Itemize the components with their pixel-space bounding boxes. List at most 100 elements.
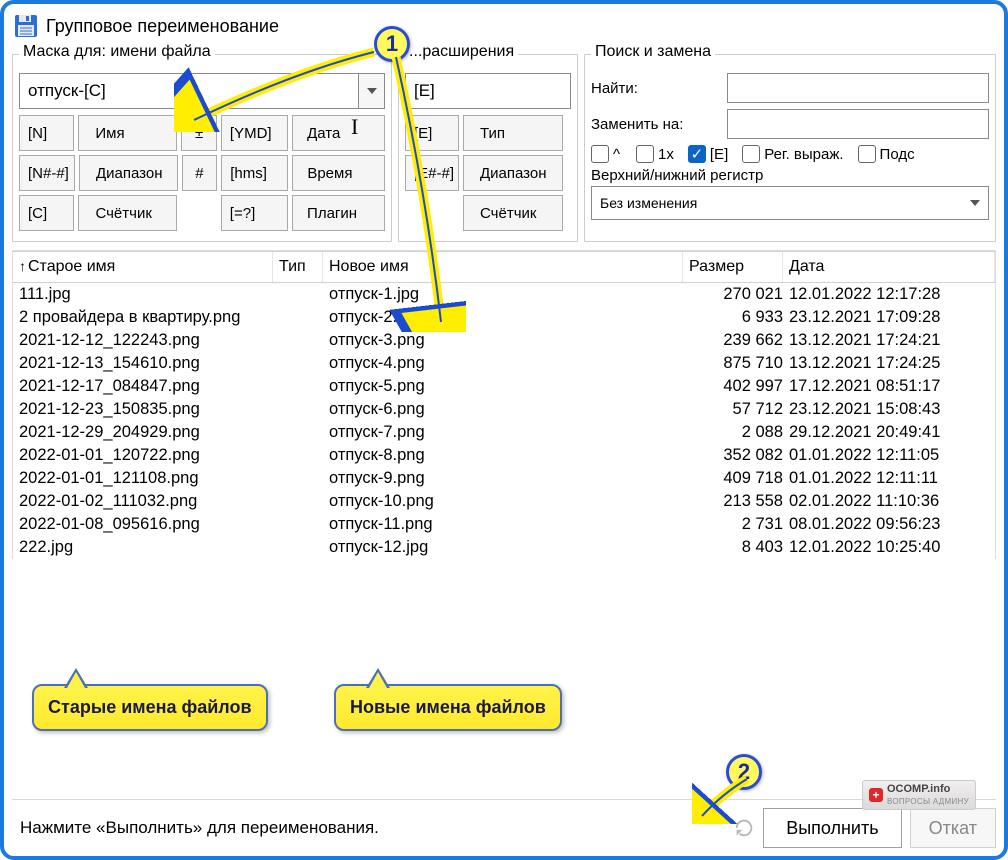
btn-nrange-tag[interactable]: [N#-#] [19,155,75,191]
btn-type[interactable]: Тип [463,115,563,151]
col-new-name[interactable]: Новое имя [323,252,683,282]
cell-date: 08.01.2022 09:56:23 [789,515,989,534]
find-input[interactable] [727,73,989,103]
cell-type [279,285,329,304]
file-table: Старое имя Тип Новое имя Размер Дата 111… [12,250,996,559]
status-text: Нажмите «Выполнить» для переименования. [12,818,725,838]
replace-input[interactable] [727,109,989,139]
cell-size: 409 718 [689,469,789,488]
table-row[interactable]: 2021-12-23_150835.pngотпуск-6.png57 712 … [13,398,995,421]
col-type[interactable]: Тип [273,252,323,282]
btn-ext-counter[interactable]: Счётчик [463,195,563,231]
table-row[interactable]: 111.jpgотпуск-1.jpg270 021 12.01.2022 12… [13,283,995,306]
cell-size: 402 997 [689,377,789,396]
cell-date: 01.01.2022 12:11:05 [789,446,989,465]
cell-new: отпуск-5.png [329,377,689,396]
btn-plugin[interactable]: Плагин [292,195,385,231]
btn-c-tag[interactable]: [C] [19,195,74,231]
cell-size: 2 088 [689,423,789,442]
cell-type [279,423,329,442]
btn-ymd-tag[interactable]: [YMD] [221,115,288,151]
cell-date: 23.12.2021 17:09:28 [789,308,989,327]
group-search-replace: Поиск и замена Найти: Заменить на: ^ 1x … [584,54,996,242]
rollback-button[interactable]: Откат [910,808,996,848]
cell-date: 02.01.2022 11:10:36 [789,492,989,511]
btn-hash[interactable]: # [182,155,218,191]
annotation-badge-1: 1 [374,26,410,62]
cell-old: 2 провайдера в квартиру.png [19,308,279,327]
cell-old: 2022-01-08_095616.png [19,515,279,534]
cell-type [279,331,329,350]
chk-once[interactable] [636,145,654,163]
btn-counter[interactable]: Счётчик [78,195,177,231]
ext-input[interactable] [405,73,571,109]
cell-date: 29.12.2021 20:49:41 [789,423,989,442]
annotation-bubble-old: Старые имена файлов [32,684,268,731]
cell-type [279,400,329,419]
cell-new: отпуск-10.png [329,492,689,511]
table-row[interactable]: 2021-12-12_122243.pngотпуск-3.png239 662… [13,329,995,352]
titlebar: Групповое переименование [12,10,996,44]
cell-old: 2022-01-02_111032.png [19,492,279,511]
case-value: Без изменения [600,195,697,211]
chk-sub[interactable] [858,145,876,163]
cell-old: 111.jpg [19,285,279,304]
col-date[interactable]: Дата [783,252,995,282]
table-row[interactable]: 2021-12-29_204929.pngотпуск-7.png2 088 2… [13,421,995,444]
btn-ext-range[interactable]: Диапазон [463,155,563,191]
cell-old: 2022-01-01_121108.png [19,469,279,488]
col-size[interactable]: Размер [683,252,783,282]
btn-e-tag[interactable]: [E] [405,115,459,151]
cell-type [279,492,329,511]
table-row[interactable]: 222.jpgотпуск-12.jpg8 403 12.01.2022 10:… [13,536,995,559]
btn-time[interactable]: Время [292,155,385,191]
annotation-bubble-new: Новые имена файлов [334,684,562,731]
cell-size: 2 731 [689,515,789,534]
cell-old: 2021-12-12_122243.png [19,331,279,350]
mask-input[interactable] [19,73,359,109]
mask-legend: Маска для: имени файла [19,43,215,61]
chk-regex[interactable] [742,145,760,163]
table-row[interactable]: 2022-01-08_095616.pngотпуск-11.png2 731 … [13,513,995,536]
btn-eq-tag[interactable]: [=?] [221,195,288,231]
btn-date[interactable]: Дата [292,115,385,151]
reload-icon[interactable] [733,817,755,839]
btn-range[interactable]: Диапазон [79,155,178,191]
cell-type [279,308,329,327]
col-old-name[interactable]: Старое имя [13,252,273,282]
watermark: + OCOMP.info ВОПРОСЫ АДМИНУ [862,780,976,810]
chk-caret[interactable] [591,145,609,163]
chevron-down-icon [970,200,980,206]
cell-size: 213 558 [689,492,789,511]
btn-name[interactable]: Имя [78,115,177,151]
cell-date: 12.01.2022 10:25:40 [789,538,989,557]
cell-new: отпуск-8.png [329,446,689,465]
cell-type [279,446,329,465]
cell-size: 352 082 [689,446,789,465]
btn-erange-tag[interactable]: [E#-#] [405,155,459,191]
group-extension-mask: ...расширения [E] Тип [E#-#] Диапазон Сч… [398,54,578,242]
case-label: Верхний/нижний регистр [591,167,989,184]
case-select[interactable]: Без изменения [591,186,989,220]
table-row[interactable]: 2021-12-17_084847.pngотпуск-5.png402 997… [13,375,995,398]
table-row[interactable]: 2022-01-01_120722.pngотпуск-8.png352 082… [13,444,995,467]
btn-plusminus[interactable]: ± [181,115,217,151]
cell-old: 2021-12-13_154610.png [19,354,279,373]
table-row[interactable]: 2 провайдера в квартиру.pngотпуск-2.png6… [13,306,995,329]
cell-new: отпуск-12.jpg [329,538,689,557]
execute-button[interactable]: Выполнить [763,808,901,848]
find-label: Найти: [591,80,721,97]
group-filename-mask: Маска для: имени файла [N] Имя ± [YMD] Д… [12,54,392,242]
table-header: Старое имя Тип Новое имя Размер Дата [13,251,995,283]
btn-hms-tag[interactable]: [hms] [221,155,288,191]
annotation-badge-2: 2 [726,754,762,790]
table-row[interactable]: 2022-01-02_111032.png отпуск-10.png213 55… [13,490,995,513]
cell-date: 17.12.2021 08:51:17 [789,377,989,396]
chk-e[interactable]: ✓ [688,145,706,163]
table-row[interactable]: 2022-01-01_121108.pngотпуск-9.png409 718… [13,467,995,490]
btn-n-tag[interactable]: [N] [19,115,74,151]
cell-type [279,354,329,373]
cell-size: 239 662 [689,331,789,350]
mask-dropdown-button[interactable] [359,73,385,109]
table-row[interactable]: 2021-12-13_154610.pngотпуск-4.png875 710… [13,352,995,375]
